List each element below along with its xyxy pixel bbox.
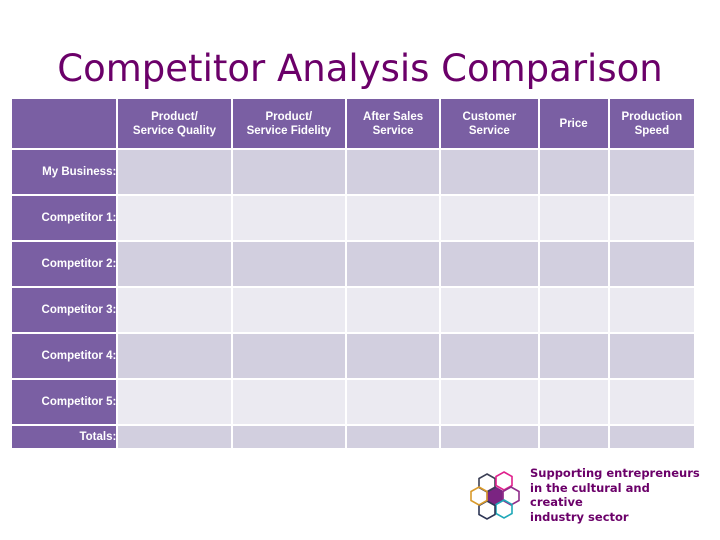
cell-my-business-production-speed[interactable] <box>609 150 694 194</box>
cell-totals-price[interactable] <box>539 426 608 448</box>
cell-competitor-2-fidelity[interactable] <box>232 242 345 286</box>
cell-my-business-fidelity[interactable] <box>232 150 345 194</box>
cell-competitor-5-customer-service[interactable] <box>441 380 538 424</box>
row-label-competitor-1: Competitor 1: <box>12 196 117 240</box>
cell-competitor-3-production-speed[interactable] <box>609 288 694 332</box>
cell-competitor-5-production-speed[interactable] <box>609 380 694 424</box>
cell-totals-fidelity[interactable] <box>232 426 345 448</box>
cell-my-business-customer-service[interactable] <box>441 150 538 194</box>
table-row: Competitor 2: <box>12 242 694 286</box>
competitor-analysis-table: Product/ Service Quality Product/ Servic… <box>10 97 696 450</box>
cell-competitor-2-production-speed[interactable] <box>609 242 694 286</box>
cell-competitor-5-fidelity[interactable] <box>232 380 345 424</box>
cell-totals-quality[interactable] <box>118 426 231 448</box>
table-row: Competitor 4: <box>12 334 694 378</box>
cell-competitor-3-customer-service[interactable] <box>441 288 538 332</box>
column-header-product-service-fidelity: Product/ Service Fidelity <box>232 99 345 148</box>
cell-competitor-4-after-sales[interactable] <box>346 334 440 378</box>
table-row: Competitor 1: <box>12 196 694 240</box>
cell-competitor-5-price[interactable] <box>539 380 608 424</box>
cell-competitor-2-price[interactable] <box>539 242 608 286</box>
table-header-row: Product/ Service Quality Product/ Servic… <box>12 99 694 148</box>
table-row: My Business: <box>12 150 694 194</box>
hexagon-flower-icon <box>470 471 520 520</box>
logo-tagline: Supporting entrepreneurs in the cultural… <box>530 466 700 524</box>
row-label-competitor-5: Competitor 5: <box>12 380 117 424</box>
table-header-corner <box>12 99 117 148</box>
cell-competitor-1-quality[interactable] <box>118 196 231 240</box>
column-header-price: Price <box>539 99 608 148</box>
cell-competitor-2-customer-service[interactable] <box>441 242 538 286</box>
page-title: Competitor Analysis Comparison <box>57 47 663 90</box>
table-row: Competitor 5: <box>12 380 694 424</box>
cell-competitor-1-after-sales[interactable] <box>346 196 440 240</box>
cell-my-business-price[interactable] <box>539 150 608 194</box>
cell-competitor-1-fidelity[interactable] <box>232 196 345 240</box>
cell-totals-production-speed[interactable] <box>609 426 694 448</box>
row-label-competitor-3: Competitor 3: <box>12 288 117 332</box>
cell-totals-after-sales[interactable] <box>346 426 440 448</box>
cell-my-business-quality[interactable] <box>118 150 231 194</box>
column-header-customer-service: Customer Service <box>441 99 538 148</box>
cell-competitor-2-after-sales[interactable] <box>346 242 440 286</box>
cell-competitor-3-quality[interactable] <box>118 288 231 332</box>
table-row: Competitor 3: <box>12 288 694 332</box>
row-label-my-business: My Business: <box>12 150 117 194</box>
table-totals-row: Totals: <box>12 426 694 448</box>
cell-competitor-4-quality[interactable] <box>118 334 231 378</box>
cell-competitor-3-price[interactable] <box>539 288 608 332</box>
column-header-after-sales-service: After Sales Service <box>346 99 440 148</box>
cell-my-business-after-sales[interactable] <box>346 150 440 194</box>
cell-competitor-4-price[interactable] <box>539 334 608 378</box>
column-header-product-service-quality: Product/ Service Quality <box>118 99 231 148</box>
organization-logo: Supporting entrepreneurs in the cultural… <box>466 466 706 524</box>
row-label-totals: Totals: <box>12 426 117 448</box>
cell-competitor-1-customer-service[interactable] <box>441 196 538 240</box>
cell-competitor-1-production-speed[interactable] <box>609 196 694 240</box>
cell-competitor-1-price[interactable] <box>539 196 608 240</box>
cell-competitor-3-after-sales[interactable] <box>346 288 440 332</box>
row-label-competitor-2: Competitor 2: <box>12 242 117 286</box>
cell-competitor-4-production-speed[interactable] <box>609 334 694 378</box>
cell-competitor-3-fidelity[interactable] <box>232 288 345 332</box>
cell-competitor-4-fidelity[interactable] <box>232 334 345 378</box>
row-label-competitor-4: Competitor 4: <box>12 334 117 378</box>
column-header-production-speed: Production Speed <box>609 99 694 148</box>
cell-competitor-5-quality[interactable] <box>118 380 231 424</box>
cell-competitor-4-customer-service[interactable] <box>441 334 538 378</box>
cell-competitor-2-quality[interactable] <box>118 242 231 286</box>
cell-totals-customer-service[interactable] <box>441 426 538 448</box>
cell-competitor-5-after-sales[interactable] <box>346 380 440 424</box>
